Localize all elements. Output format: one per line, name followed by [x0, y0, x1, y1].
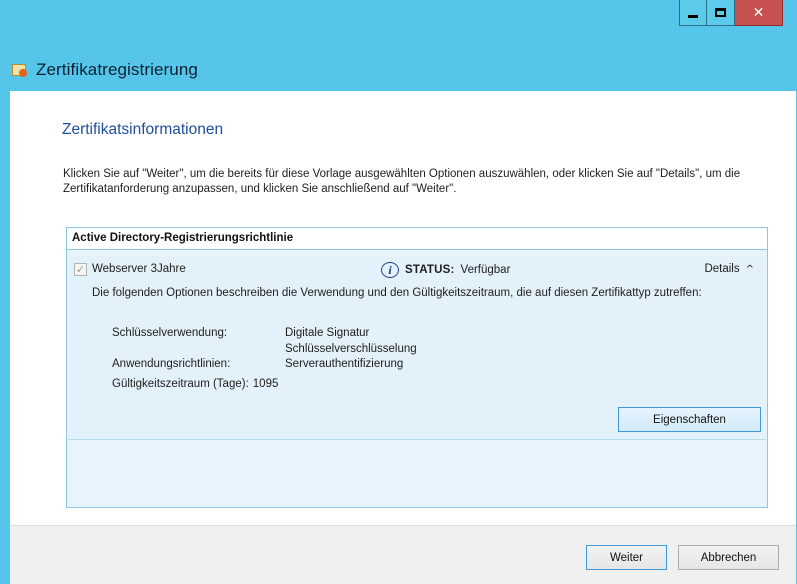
entry-description: Die folgenden Optionen beschreiben die V…: [92, 287, 702, 299]
minimize-button[interactable]: [679, 0, 707, 26]
policy-panel: Active Directory-Registrierungsrichtlini…: [66, 227, 768, 508]
properties-button[interactable]: Eigenschaften: [618, 407, 761, 432]
dialog-footer: Weiter Abbrechen: [10, 525, 796, 584]
key-usage-values: Digitale Signatur Schlüsselverschlüsselu…: [285, 326, 417, 357]
app-policies-label: Anwendungsrichtlinien:: [112, 358, 231, 370]
validity-value: 1095: [252, 377, 279, 390]
entry-properties: Schlüsselverwendung: Digitale Signatur S…: [112, 326, 417, 392]
intro-text: Klicken Sie auf "Weiter", um die bereits…: [63, 168, 741, 195]
dialog-window: ✕ Zertifikatregistrierung Zertifikatsinf…: [0, 0, 797, 584]
template-name: Webserver 3Jahre: [92, 263, 186, 275]
template-checkbox[interactable]: ✓: [74, 263, 87, 276]
validity-label: Gültigkeitszeitraum (Tage):: [112, 377, 249, 390]
close-button[interactable]: ✕: [735, 0, 783, 26]
status-indicator: i STATUS: Verfügbar: [381, 262, 510, 278]
status-value: Verfügbar: [460, 264, 511, 276]
section-title: Zertifikatsinformationen: [62, 121, 224, 138]
title-bar: Zertifikatregistrierung: [10, 58, 198, 82]
key-usage-value: Digitale Signatur: [285, 327, 370, 339]
details-toggle[interactable]: Details ^: [704, 263, 754, 275]
checkmark-icon: ✓: [75, 263, 86, 276]
entry-row: ✓ Webserver 3Jahre i STATUS: Verfügbar D…: [74, 262, 762, 278]
cancel-button[interactable]: Abbrechen: [678, 545, 779, 570]
dialog-content: Zertifikatsinformationen Klicken Sie auf…: [10, 91, 796, 584]
maximize-icon: [715, 8, 726, 17]
certificate-icon: [10, 63, 28, 77]
policy-header: Active Directory-Registrierungsrichtlini…: [67, 228, 767, 250]
validity-row: Gültigkeitszeitraum (Tage): 1095: [112, 377, 417, 393]
window-controls: ✕: [679, 0, 783, 30]
next-button[interactable]: Weiter: [586, 545, 667, 570]
key-usage-value: Schlüsselverschlüsselung: [285, 342, 417, 355]
certificate-entry: ✓ Webserver 3Jahre i STATUS: Verfügbar D…: [68, 256, 766, 440]
window-title: Zertifikatregistrierung: [36, 60, 198, 79]
maximize-button[interactable]: [707, 0, 735, 26]
status-label: STATUS:: [405, 264, 455, 276]
key-usage-row: Schlüsselverwendung: Digitale Signatur S…: [112, 326, 417, 357]
key-usage-label: Schlüsselverwendung:: [112, 327, 228, 339]
close-icon: ✕: [752, 4, 765, 21]
minimize-icon: [688, 14, 698, 18]
details-label: Details: [704, 263, 740, 275]
info-icon: i: [381, 262, 399, 278]
app-policies-row: Anwendungsrichtlinien: Serverauthentifiz…: [112, 357, 417, 373]
chevron-up-icon: ^: [745, 263, 754, 275]
app-policies-value: Serverauthentifizierung: [285, 358, 404, 370]
